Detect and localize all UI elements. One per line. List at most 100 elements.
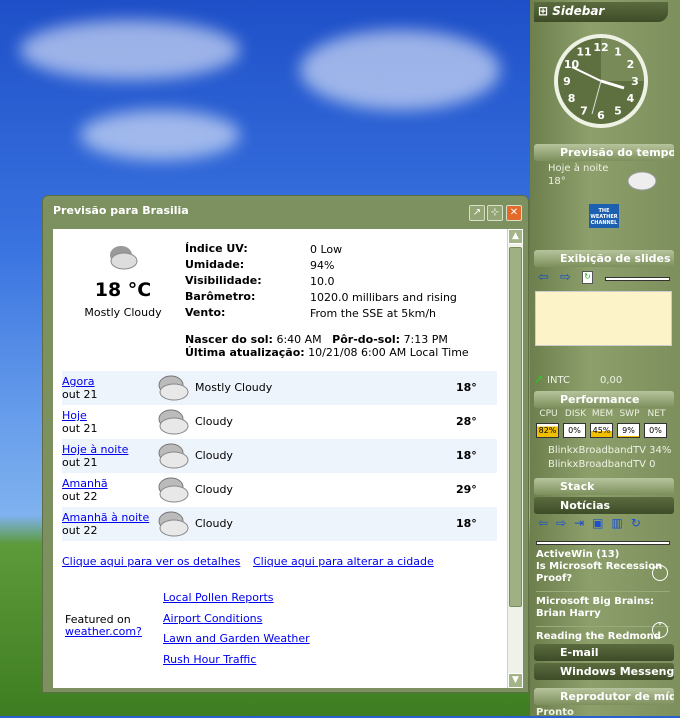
- perf-label: DISK: [564, 409, 587, 419]
- media-player-status: Pronto: [536, 707, 574, 718]
- news-list: ActiveWin (13) Is Microsoft Recession Pr…: [536, 549, 670, 643]
- weather-gadget-header[interactable]: Previsão do tempo: [534, 144, 674, 161]
- detail-label: Visibilidade:: [185, 274, 262, 287]
- slideshow-gadget-header[interactable]: Exibição de slides: [534, 250, 674, 267]
- forecast-temp: 29°: [456, 483, 477, 496]
- forecast-period-link[interactable]: Hoje à noite: [62, 443, 128, 456]
- forecast-row: Hoje à noite out 21 Cloudy 18°: [62, 439, 497, 473]
- forecast-condition: Cloudy: [195, 449, 233, 462]
- weather-content: 18 °C Mostly Cloudy Índice UV: 0 Low Umida…: [53, 229, 507, 688]
- perf-meter: 0%: [563, 423, 586, 438]
- detail-value: From the SSE at 5km/h: [310, 307, 437, 320]
- perf-meter: 45%: [590, 423, 613, 438]
- clock-number: 8: [568, 92, 576, 105]
- news-gadget-header[interactable]: Notícias: [534, 497, 674, 514]
- pin-button[interactable]: ⊹: [487, 205, 503, 221]
- slideshow-next-icon[interactable]: ⇨: [560, 270, 571, 285]
- windows-sidebar: ⊞ Sidebar 12 1 2 3 4 5 6 7 8 9 10 11 Previsão do te…: [530, 0, 680, 718]
- forecast-row: Amanhã à noite out 22 Cloudy 18°: [62, 507, 497, 541]
- scroll-down-button[interactable]: ▼: [508, 673, 523, 688]
- messenger-gadget-header[interactable]: Windows Messenger: [534, 663, 674, 680]
- detail-label: Vento:: [185, 306, 226, 319]
- perf-meter: 82%: [536, 423, 559, 438]
- sunset-value: 7:13 PM: [403, 333, 448, 346]
- details-link[interactable]: Clique aqui para ver os detalhes: [62, 555, 240, 568]
- email-gadget-header[interactable]: E-mail: [534, 644, 674, 661]
- forecast-condition: Cloudy: [195, 483, 233, 496]
- sidebar-title[interactable]: ⊞ Sidebar: [538, 4, 604, 18]
- news-scroll-down-icon[interactable]: ˅: [652, 622, 668, 638]
- performance-gadget-header[interactable]: Performance: [534, 391, 674, 408]
- updated-label: Última atualização:: [185, 346, 305, 359]
- clock-number: 2: [627, 58, 635, 71]
- forecast-condition: Cloudy: [195, 517, 233, 530]
- scroll-up-button[interactable]: ▲: [508, 229, 523, 244]
- clock-number: 12: [593, 41, 608, 54]
- detail-value: 1020.0 millibars and rising: [310, 291, 457, 304]
- detail-value: 94%: [310, 259, 335, 272]
- detail-label: Barômetro:: [185, 290, 256, 303]
- traffic-link[interactable]: Rush Hour Traffic: [163, 653, 256, 666]
- news-scroll-up-icon[interactable]: ˄: [652, 565, 668, 581]
- clock-number: 9: [563, 75, 571, 88]
- slideshow-image[interactable]: [535, 291, 672, 346]
- media-player-gadget-header[interactable]: Reprodutor de mídi: [534, 688, 674, 705]
- clock-gadget[interactable]: 12 1234567891011: [552, 32, 650, 130]
- weather-channel-logo[interactable]: THE WEATHER CHANNEL: [589, 204, 619, 228]
- updated-value: 10/21/08 6:00 AM Local Time: [308, 346, 469, 359]
- news-progress: [536, 541, 670, 545]
- cloudy-icon: [158, 409, 189, 435]
- forecast-date: out 22: [62, 490, 98, 503]
- stock-symbol: INTC: [547, 375, 570, 386]
- cloudy-icon: [158, 375, 189, 401]
- news-item[interactable]: Reading the Redmond: [536, 627, 670, 643]
- slideshow-prev-icon[interactable]: ⇦: [538, 270, 549, 285]
- news-source: ActiveWin (13): [536, 549, 620, 560]
- windows-logo-icon: ⊞: [538, 4, 549, 18]
- pollen-link[interactable]: Local Pollen Reports: [163, 591, 274, 604]
- lawn-garden-link[interactable]: Lawn and Garden Weather: [163, 632, 310, 645]
- sunset-label: Pôr-do-sol:: [332, 333, 401, 346]
- stack-gadget-header[interactable]: Stack: [534, 478, 674, 495]
- scrollbar-thumb[interactable]: [509, 247, 522, 607]
- news-item[interactable]: Microsoft Big Brains: Brian Harry: [536, 592, 670, 627]
- slideshow-refresh-icon[interactable]: ↻: [582, 271, 593, 284]
- forecast-date: out 21: [62, 422, 98, 435]
- clock-number: 7: [580, 104, 588, 117]
- forecast-row: Agora out 21 Mostly Cloudy 18°: [62, 371, 497, 405]
- process-2: BlinkxBroadbandTV 0: [548, 459, 656, 470]
- forecast-period-link[interactable]: Agora: [62, 375, 95, 388]
- current-temp: 18 °C: [94, 279, 152, 301]
- vertical-scrollbar[interactable]: ▲ ▼: [507, 229, 523, 688]
- forecast-row: Hoje out 21 Cloudy 28°: [62, 405, 497, 439]
- undock-button[interactable]: ↗: [469, 205, 485, 221]
- news-item[interactable]: Is Microsoft Recession Proof?: [536, 561, 670, 592]
- clock-number: 4: [627, 92, 635, 105]
- change-city-link[interactable]: Clique aqui para alterar a cidade: [253, 555, 434, 568]
- mostly-cloudy-icon: [110, 246, 138, 270]
- forecast-date: out 21: [62, 456, 98, 469]
- sunrise-label: Nascer do sol:: [185, 333, 273, 346]
- perf-label: SWP: [619, 409, 640, 419]
- forecast-period-link[interactable]: Amanhã à noite: [62, 511, 149, 524]
- perf-meter: 9%: [617, 423, 640, 438]
- close-button[interactable]: ✕: [506, 205, 522, 221]
- perf-label: MEM: [591, 409, 614, 419]
- forecast-period-link[interactable]: Hoje: [62, 409, 87, 422]
- weather-com-link[interactable]: weather.com?: [65, 625, 142, 638]
- current-condition: Mostly Cloudy: [84, 306, 162, 319]
- perf-label: NET: [647, 409, 666, 419]
- clock-number: 1: [614, 46, 622, 59]
- forecast-temp: 18°: [456, 449, 477, 462]
- weather-flyout-window: Previsão para Brasilia ↗ ⊹ ✕ 18 °C Mostl…: [42, 195, 529, 693]
- detail-label: Índice UV:: [185, 242, 248, 255]
- airport-link[interactable]: Airport Conditions: [163, 612, 262, 625]
- clock-number: 6: [597, 109, 605, 122]
- forecast-condition: Cloudy: [195, 415, 233, 428]
- slideshow-progress: [605, 277, 670, 281]
- news-toolbar[interactable]: ⇦⇨⇥▣▥↻: [538, 516, 649, 530]
- cloudy-icon: [158, 477, 189, 503]
- forecast-condition: Mostly Cloudy: [195, 381, 273, 394]
- forecast-period-link[interactable]: Amanhã: [62, 477, 108, 490]
- cloudy-icon: [158, 511, 189, 537]
